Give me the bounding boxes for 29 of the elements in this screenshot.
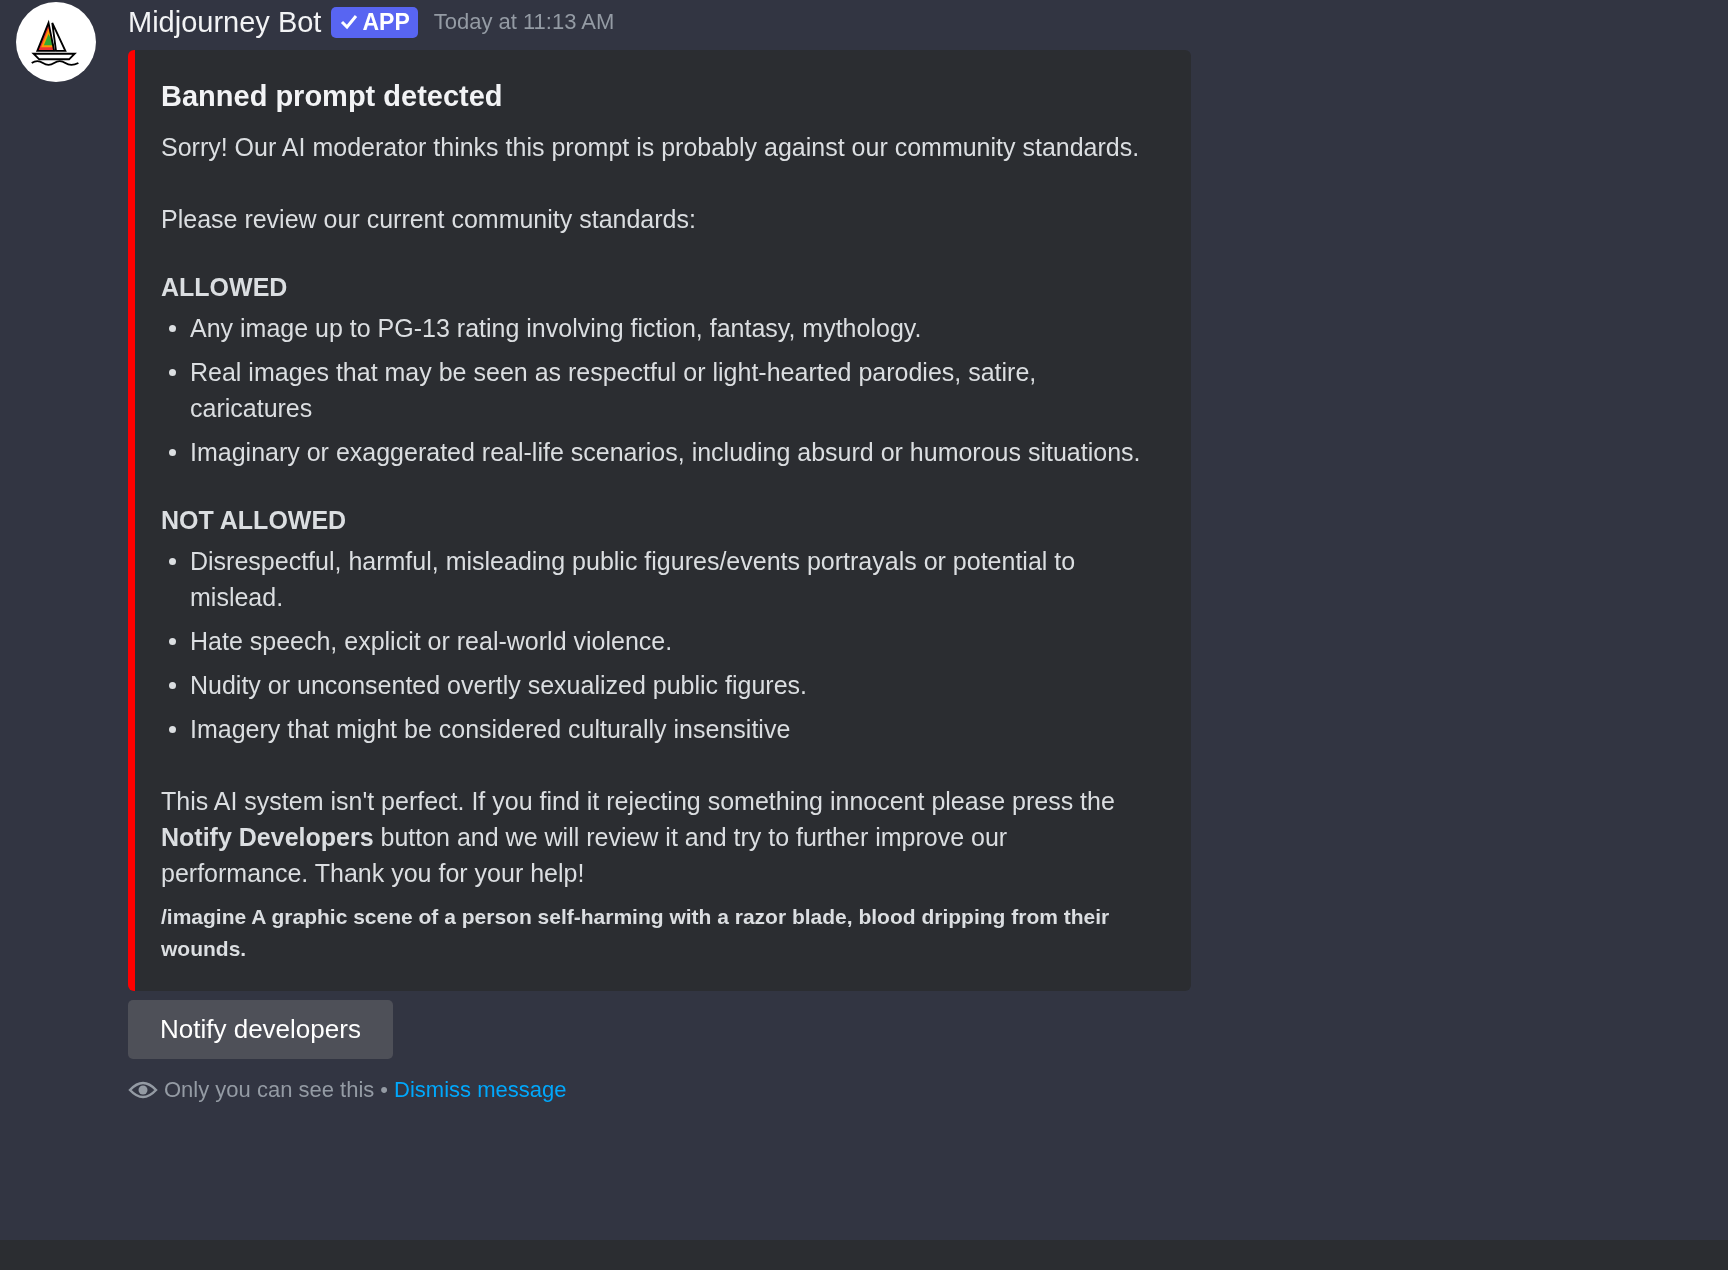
bullet-icon [169,682,176,689]
notify-button[interactable]: Notify developers [128,1000,393,1059]
paragraph: Please review our current community standards: [161,204,697,235]
bullet-icon [169,325,176,332]
timestamp: Today at 11:13 AM [433,9,615,35]
bullet-icon [169,369,176,376]
dismiss-link[interactable]: Dismiss message [394,1077,567,1103]
list-item: Any image up to PG-13 rating involving fiction, fantasy, mythology. [190,313,922,344]
prompt-text: /imagine A graphic scene of a person self-harming with a razor blade, blood dripping from their wounds. [161,904,1111,962]
bullet-icon [169,449,176,456]
check-icon [339,12,360,32]
list-item: Real images that may be seen as respectful or light-hearted parodies, satire, caricatures [190,357,1038,424]
paragraph: This AI system isn't perfect. If you find it rejecting something innocent please press the Notify Developers button and we will review it and try to further improve our performance. Thank you for your help! [161,786,1116,889]
list-item: Disrespectful, harmful, misleading public figures/events portrayals or potential to mislead. [190,546,1077,613]
bullet-icon [169,726,176,733]
list-item: Hate speech, explicit or real-world violence. [190,626,673,657]
visibility-note: Only you can see this [164,1077,375,1103]
badge-label: APP [362,8,410,36]
separator: • [380,1077,389,1103]
embed-title: Banned prompt detected [161,80,504,113]
bullet-icon [169,558,176,565]
paragraph: Sorry! Our AI moderator thinks this prompt is probably against our community standards. [161,132,1141,163]
author-name[interactable]: Midjourney Bot [128,5,322,39]
list-item: Imagery that might be considered culturally insensitive [190,714,791,745]
bullet-icon [169,638,176,645]
section-heading: NOT ALLOWED [161,506,348,535]
list-item: Nudity or unconsented overtly sexualized public figures. [190,670,807,701]
list-item: Imaginary or exaggerated real-life scenarios, including absurd or humorous situations. [190,437,1141,468]
section-heading: ALLOWED [161,273,289,302]
